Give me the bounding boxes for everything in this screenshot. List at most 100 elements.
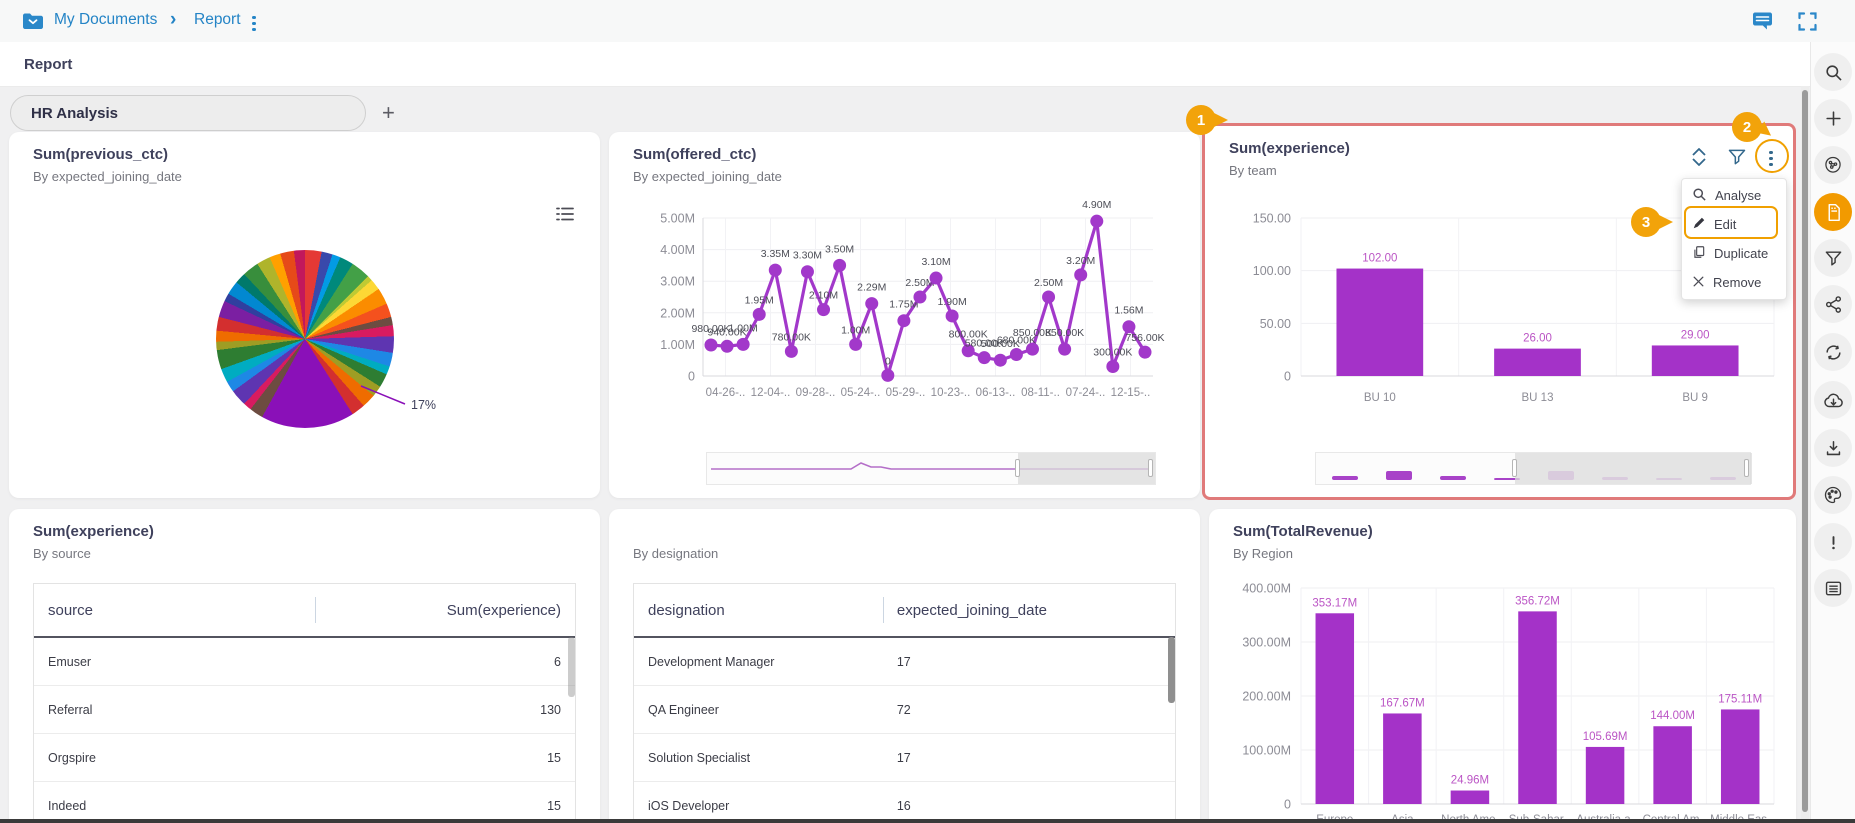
data-table-designation: designation expected_joining_date Developm… <box>633 583 1176 823</box>
table-scrollbar[interactable] <box>568 637 575 697</box>
svg-text:144.00M: 144.00M <box>1650 710 1695 722</box>
svg-text:0: 0 <box>688 370 695 384</box>
plus-icon <box>1824 109 1843 128</box>
svg-text:BU 13: BU 13 <box>1522 392 1554 404</box>
bar-chart-region[interactable]: 400.00M300.00M200.00M100.00M0353.17MEuro… <box>1235 575 1785 823</box>
sidebar-notes-button[interactable] <box>1814 569 1852 607</box>
svg-text:2.50M: 2.50M <box>1034 277 1063 289</box>
svg-text:2.29M: 2.29M <box>857 282 886 294</box>
table-scrollbar[interactable] <box>1168 637 1175 703</box>
card-subtitle: By source <box>33 546 91 561</box>
menu-item-duplicate[interactable]: Duplicate <box>1682 239 1786 268</box>
ai-brain-icon <box>1823 155 1843 175</box>
card-offered-ctc: Sum(offered_ctc) By expected_joining_dat… <box>609 132 1200 498</box>
fullscreen-icon[interactable] <box>1798 12 1817 36</box>
palette-icon <box>1823 485 1843 505</box>
svg-text:07-24-..: 07-24-.. <box>1066 387 1106 399</box>
page-title: Report <box>24 56 73 73</box>
table-row[interactable]: Solution Specialist 17 <box>634 734 1175 782</box>
sidebar-report-card-button[interactable] <box>1814 193 1852 231</box>
svg-text:100.00: 100.00 <box>1253 264 1291 278</box>
sidebar-search-button[interactable] <box>1814 53 1852 91</box>
svg-text:BU 9: BU 9 <box>1682 392 1708 404</box>
svg-text:06-13-..: 06-13-.. <box>976 387 1016 399</box>
annotation-badge-3: 3 <box>1631 207 1673 237</box>
svg-text:2.00M: 2.00M <box>660 306 695 320</box>
svg-text:04-26-..: 04-26-.. <box>706 387 746 399</box>
report-card-icon <box>1825 203 1842 222</box>
annotation-ring-kebab <box>1755 139 1789 173</box>
table-row[interactable]: Emuser 6 <box>34 638 575 686</box>
card-title: Sum(offered_ctc) <box>633 146 757 163</box>
annotation-badge-1: 1 <box>1186 105 1228 135</box>
table-row[interactable]: Indeed 15 <box>34 782 575 823</box>
table-row[interactable]: Development Manager 17 <box>634 638 1175 686</box>
breadcrumb-more-icon[interactable] <box>252 13 256 34</box>
tab-hr-analysis[interactable]: HR Analysis <box>10 95 366 131</box>
column-header[interactable]: designation <box>634 602 883 619</box>
search-icon <box>1692 187 1707 205</box>
sidebar-cloud-download-button[interactable] <box>1814 381 1852 419</box>
svg-text:0: 0 <box>1284 798 1291 812</box>
sidebar-sync-button[interactable] <box>1814 333 1852 371</box>
svg-text:5.00M: 5.00M <box>660 212 695 226</box>
sidebar-filter-button[interactable] <box>1814 239 1852 277</box>
brush-handle-right[interactable] <box>1148 459 1153 477</box>
card-title: Sum(TotalRevenue) <box>1233 523 1373 540</box>
brush-handle-right[interactable] <box>1744 459 1749 477</box>
table-row[interactable]: QA Engineer 72 <box>634 686 1175 734</box>
sidebar-ai-brain-button[interactable] <box>1814 146 1852 184</box>
svg-text:29.00: 29.00 <box>1681 329 1710 341</box>
vertical-scrollbar-thumb[interactable] <box>1802 90 1808 812</box>
filter-icon[interactable] <box>1727 147 1747 172</box>
brush-handle-left[interactable] <box>1015 459 1020 477</box>
table-row[interactable]: iOS Developer 16 <box>634 782 1175 823</box>
report-title-bar <box>0 42 1855 87</box>
svg-text:3.30M: 3.30M <box>793 250 822 262</box>
brush-selection[interactable] <box>1515 453 1752 484</box>
breadcrumb-report[interactable]: Report <box>194 11 241 29</box>
svg-text:50.00: 50.00 <box>1260 317 1291 331</box>
sidebar-share-button[interactable] <box>1814 285 1852 323</box>
brush-selection[interactable] <box>1018 453 1155 484</box>
breadcrumb-my-documents[interactable]: My Documents <box>54 11 157 29</box>
svg-text:353.17M: 353.17M <box>1312 597 1357 609</box>
bar-chart-range-brush[interactable] <box>1315 452 1752 485</box>
svg-text:08-11-..: 08-11-.. <box>1021 387 1060 399</box>
pie-label-layer: 17% <box>360 385 436 412</box>
svg-text:1.56M: 1.56M <box>1114 305 1143 317</box>
folder-icon[interactable] <box>22 12 44 35</box>
column-header[interactable]: source <box>34 602 315 619</box>
tab-label: HR Analysis <box>31 104 118 122</box>
duplicate-icon <box>1692 245 1706 262</box>
table-row[interactable]: Referral 130 <box>34 686 575 734</box>
svg-text:BU 10: BU 10 <box>1364 392 1396 404</box>
svg-text:26.00: 26.00 <box>1523 333 1552 345</box>
menu-item-remove[interactable]: Remove <box>1682 268 1786 297</box>
column-header[interactable]: expected_joining_date <box>883 602 1175 619</box>
svg-text:1.00M: 1.00M <box>660 338 695 352</box>
table-row[interactable]: Orgspire 15 <box>34 734 575 782</box>
comment-icon[interactable] <box>1752 12 1773 36</box>
line-chart-range-brush[interactable] <box>706 452 1156 485</box>
sidebar-alert-button[interactable] <box>1814 523 1852 561</box>
add-tab-button[interactable]: + <box>382 96 395 130</box>
card-subtitle: By designation <box>633 546 719 561</box>
sidebar-palette-button[interactable] <box>1814 476 1852 514</box>
sidebar-plus-button[interactable] <box>1814 99 1852 137</box>
card-designation: By designation designation expected_joini… <box>609 509 1200 823</box>
cloud-download-icon <box>1823 391 1844 410</box>
brush-handle-left[interactable] <box>1512 459 1517 477</box>
svg-text:05-29-..: 05-29-.. <box>886 387 926 399</box>
svg-text:300.00M: 300.00M <box>1242 636 1291 650</box>
svg-text:3.10M: 3.10M <box>921 256 950 268</box>
svg-text:756.00K: 756.00K <box>1125 332 1164 344</box>
table-header-row: source Sum(experience) <box>34 584 575 638</box>
svg-text:12-04-..: 12-04-.. <box>751 387 791 399</box>
column-header[interactable]: Sum(experience) <box>315 602 575 619</box>
sort-updown-icon[interactable] <box>1689 145 1709 174</box>
svg-text:1.95M: 1.95M <box>745 294 774 306</box>
svg-text:0: 0 <box>1284 370 1291 384</box>
sidebar-download-button[interactable] <box>1814 429 1852 467</box>
svg-text:09-28-..: 09-28-.. <box>796 387 836 399</box>
